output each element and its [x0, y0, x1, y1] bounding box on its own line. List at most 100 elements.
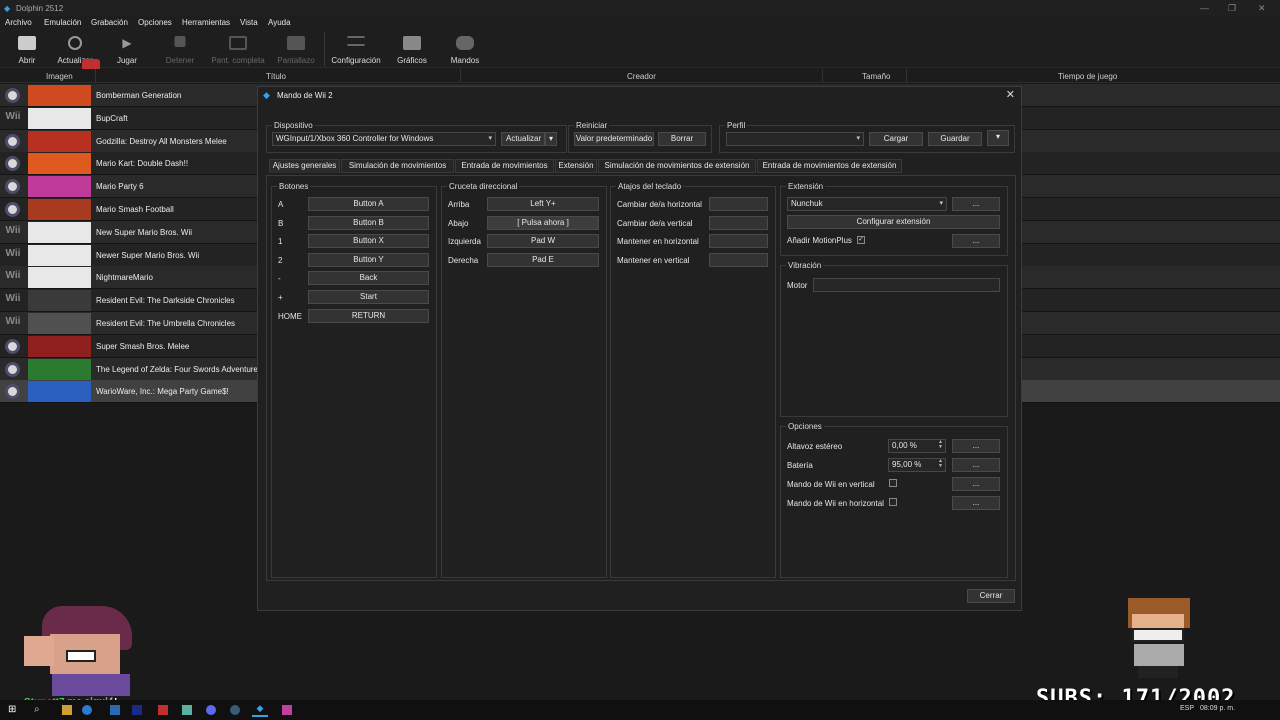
app-icon-teal[interactable]	[182, 705, 192, 715]
fullscreen-button[interactable]: Pant. completa	[208, 30, 268, 68]
sideways-more-button[interactable]: ...	[952, 496, 1000, 510]
app-icon-red[interactable]	[158, 705, 168, 715]
profile-menu-button[interactable]: ▾	[987, 130, 1009, 146]
device-refresh-button[interactable]: Actualizar	[501, 132, 545, 146]
search-icon[interactable]: ⌕	[34, 704, 40, 715]
upright-checkbox[interactable]	[889, 479, 897, 487]
save-profile-button[interactable]: Guardar	[928, 132, 982, 146]
motionplus-more-button[interactable]: ...	[952, 234, 1000, 248]
dialog-title-bar: ◆ Mando de Wii 2 ✕	[258, 87, 1021, 103]
upright-more-button[interactable]: ...	[952, 477, 1000, 491]
tab-motion-simulation[interactable]: Simulación de movimientos	[341, 159, 454, 173]
battery-label: Batería	[787, 461, 813, 470]
default-button[interactable]: Valor predeterminado	[574, 132, 654, 146]
device-select[interactable]: WGInput/1/Xbox 360 Controller for Window…	[272, 132, 496, 146]
game-cover	[28, 267, 91, 289]
close-button[interactable]: Cerrar	[967, 589, 1015, 603]
profile-select[interactable]: ▾	[726, 132, 864, 146]
dpad-mapping-button[interactable]: Left Y+	[487, 197, 599, 211]
gamecube-platform-icon	[5, 361, 20, 377]
dpad-row-label: Abajo	[448, 218, 469, 228]
sideways-checkbox[interactable]	[889, 498, 897, 506]
open-button[interactable]: Abrir	[8, 30, 46, 68]
buttons-mapping-button[interactable]: Back	[308, 271, 429, 286]
hotkeys-mapping-button[interactable]	[709, 215, 768, 230]
buttons-group: Botones A Button A B Button B 1 Button X 2 Butt…	[271, 182, 437, 578]
graphics-button[interactable]: Gráficos	[392, 30, 432, 68]
clear-button[interactable]: Borrar	[658, 132, 706, 146]
gamecube-platform-icon	[5, 133, 20, 149]
buttons-mapping-button[interactable]: RETURN	[308, 308, 429, 323]
tab-extension[interactable]: Extensión	[555, 159, 597, 173]
battery-spinbox[interactable]: 95,00 % ▲ ▼	[888, 458, 946, 472]
column-creator[interactable]: Creador	[627, 72, 656, 81]
menu-emulation[interactable]: Emulación	[44, 18, 81, 27]
screenshot-button[interactable]: Pantallazo	[274, 30, 318, 68]
discord-icon[interactable]	[206, 705, 216, 715]
close-icon[interactable]: ✕	[1258, 3, 1266, 14]
dpad-mapping-button[interactable]: Pad E	[487, 252, 599, 267]
menu-tools[interactable]: Herramientas	[182, 18, 230, 27]
minimize-icon[interactable]: —	[1200, 3, 1209, 13]
general-panel: Botones A Button A B Button B 1 Button X 2 Butt…	[266, 175, 1016, 581]
extension-more-button[interactable]: ...	[952, 197, 1000, 211]
windows-start-icon[interactable]: ⊞	[8, 704, 16, 715]
menu-recording[interactable]: Grabación	[91, 18, 128, 27]
dpad-mapping-button[interactable]: Pad W	[487, 234, 599, 249]
premiere-icon[interactable]	[132, 705, 142, 715]
column-image[interactable]: Imagen	[46, 72, 73, 81]
motionplus-checkbox[interactable]: ✓	[857, 236, 865, 244]
dolphin-taskbar-icon[interactable]: ◆	[252, 703, 268, 717]
device-refresh-dropdown[interactable]: ▾	[545, 132, 557, 146]
config-button[interactable]: Configuración	[330, 30, 382, 68]
chevron-down-icon: ▾	[548, 134, 553, 143]
menu-options[interactable]: Opciones	[138, 18, 172, 27]
tab-motion-input[interactable]: Entrada de movimientos	[455, 159, 554, 173]
wiimote-config-dialog: ◆ Mando de Wii 2 ✕ Dispositivo WGInput/1…	[257, 86, 1022, 611]
dpad-mapping-button[interactable]: [ Pulsa ahora ]	[487, 215, 599, 230]
language-indicator[interactable]: ESP	[1180, 705, 1194, 712]
file-explorer-icon[interactable]	[62, 705, 72, 715]
hotkeys-mapping-button[interactable]	[709, 197, 768, 211]
chevron-down-icon: ▾	[995, 132, 1000, 141]
menu-view[interactable]: Vista	[240, 18, 258, 27]
stop-button[interactable]: Detener	[160, 30, 200, 68]
steam-icon[interactable]	[230, 705, 240, 715]
menu-file[interactable]: Archivo	[5, 18, 32, 27]
obs-icon[interactable]	[282, 705, 292, 715]
tab-general[interactable]: Ajustes generales	[269, 159, 340, 173]
clock[interactable]: 08:09 p. m.	[1200, 705, 1235, 712]
motor-input[interactable]	[813, 278, 1000, 292]
check-icon: ✓	[858, 236, 864, 243]
extension-select[interactable]: Nunchuk ▾	[787, 197, 947, 211]
hotkeys-mapping-button[interactable]	[709, 252, 768, 267]
battery-more-button[interactable]: ...	[952, 458, 1000, 472]
load-profile-button[interactable]: Cargar	[869, 132, 923, 146]
dialog-close-icon[interactable]: ✕	[1006, 88, 1015, 101]
buttons-mapping-button[interactable]: Start	[308, 290, 429, 304]
app-icon[interactable]	[110, 705, 120, 715]
buttons-row-label: 1	[278, 237, 283, 247]
tab-extension-motion-input[interactable]: Entrada de movimientos de extensión	[757, 159, 902, 173]
buttons-mapping-button[interactable]: Button X	[308, 234, 429, 249]
column-title[interactable]: Título	[266, 72, 286, 81]
profile-group-label: Perfil	[725, 121, 748, 130]
play-button[interactable]: ▶ Jugar	[108, 30, 146, 68]
configure-extension-button[interactable]: Configurar extensión	[787, 215, 1000, 229]
hotkeys-mapping-button[interactable]	[709, 234, 768, 249]
buttons-mapping-button[interactable]: Button A	[308, 197, 429, 211]
spin-arrows-icon: ▲ ▼	[938, 439, 943, 450]
tab-extension-motion-simulation[interactable]: Simulación de movimientos de extensión	[598, 159, 756, 173]
game-title: Godzilla: Destroy All Monsters Melee	[96, 136, 227, 146]
restore-icon[interactable]: ❐	[1228, 3, 1236, 14]
browser-icon[interactable]	[82, 705, 92, 715]
buttons-mapping-button[interactable]: Button Y	[308, 252, 429, 267]
buttons-mapping-button[interactable]: Button B	[308, 215, 429, 230]
controllers-button[interactable]: Mandos	[446, 30, 484, 68]
menu-help[interactable]: Ayuda	[268, 18, 291, 27]
column-playtime[interactable]: Tiempo de juego	[1058, 72, 1117, 81]
speaker-spinbox[interactable]: 0,00 % ▲ ▼	[888, 439, 946, 453]
menu-bar: Archivo Emulación Grabación Opciones Her…	[0, 16, 1280, 30]
speaker-more-button[interactable]: ...	[952, 439, 1000, 453]
column-size[interactable]: Tamaño	[862, 72, 890, 81]
